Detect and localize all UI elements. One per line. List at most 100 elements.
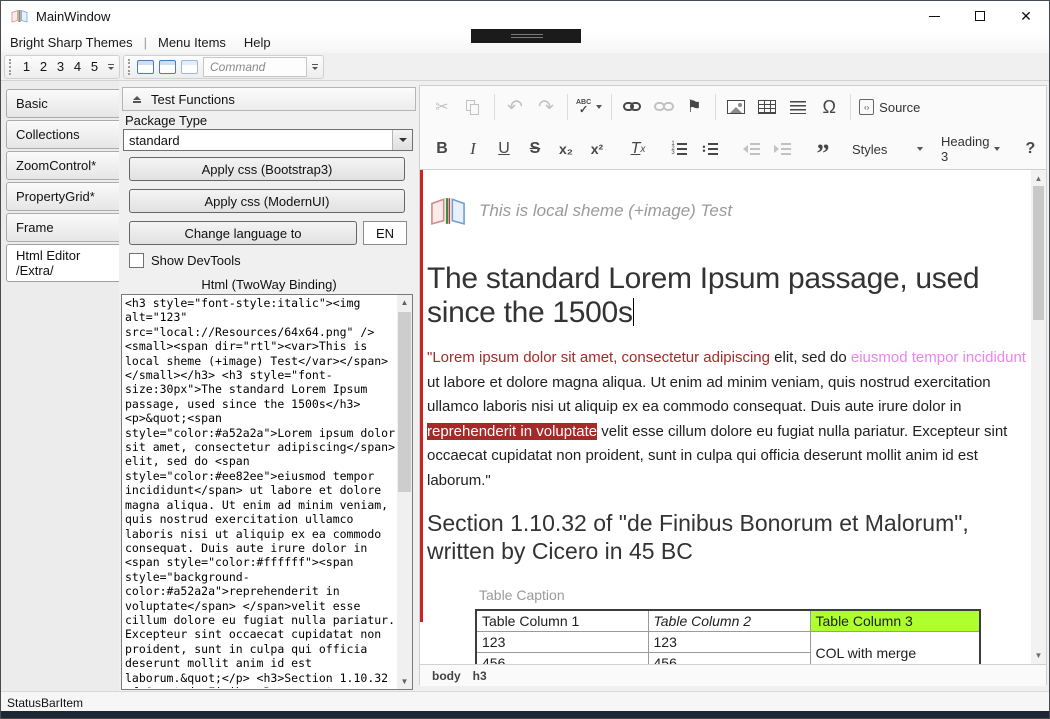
window-title: MainWindow bbox=[36, 9, 110, 24]
blockquote-icon[interactable]: ” bbox=[811, 136, 835, 162]
remove-format-icon[interactable]: Tx bbox=[626, 136, 650, 162]
special-character-icon[interactable]: Ω bbox=[817, 94, 841, 120]
maximize-button[interactable] bbox=[957, 1, 1003, 31]
window-layout-icon-1[interactable] bbox=[137, 60, 154, 74]
floating-grip[interactable] bbox=[471, 29, 581, 43]
toolbar-button-1[interactable]: 1 bbox=[18, 57, 35, 77]
undo-icon[interactable]: ↶ bbox=[503, 94, 527, 120]
minimize-icon bbox=[929, 16, 940, 17]
table-header-2: Table Column 2 bbox=[648, 610, 810, 632]
unlink-icon[interactable] bbox=[651, 94, 675, 120]
combobox-dropdown-button[interactable] bbox=[392, 130, 412, 150]
show-devtools-label: Show DevTools bbox=[151, 253, 241, 268]
demo-table: Table Column 1 Table Column 2 Table Colu… bbox=[475, 609, 981, 664]
horizontal-rule-icon[interactable] bbox=[786, 94, 810, 120]
scroll-down-icon[interactable]: ▼ bbox=[397, 674, 412, 689]
window-layout-icon-3[interactable] bbox=[181, 60, 198, 74]
spellcheck-button[interactable]: ABC✓ bbox=[576, 94, 602, 120]
menu-menu-items[interactable]: Menu Items bbox=[149, 33, 235, 52]
language-field[interactable]: EN bbox=[363, 221, 407, 245]
package-type-combobox[interactable]: standard bbox=[123, 129, 413, 151]
minimize-button[interactable] bbox=[911, 1, 957, 31]
link-icon[interactable] bbox=[620, 94, 644, 120]
section-heading: Section 1.10.32 of "de Finibus Bonorum e… bbox=[427, 509, 1030, 565]
text-caret bbox=[633, 298, 635, 326]
toolbar-grip-icon[interactable] bbox=[9, 59, 14, 75]
image-icon[interactable] bbox=[724, 94, 748, 120]
chevron-down-icon bbox=[596, 105, 602, 109]
cut-icon[interactable]: ✂ bbox=[430, 94, 454, 120]
chevron-down-icon bbox=[917, 147, 923, 151]
sidebar-tab-html-editor[interactable]: Html Editor /Extra/ bbox=[6, 244, 119, 282]
scrollbar-thumb[interactable] bbox=[398, 312, 411, 492]
chevron-down-icon bbox=[994, 147, 1000, 151]
outdent-icon[interactable] bbox=[739, 136, 763, 162]
numbered-list-icon[interactable]: 123 bbox=[667, 136, 691, 162]
change-language-button[interactable]: Change language to bbox=[129, 221, 357, 245]
toolbar-overflow-icon[interactable] bbox=[309, 57, 321, 77]
table-caption: Table Caption bbox=[479, 587, 1030, 603]
scroll-up-icon[interactable]: ▲ bbox=[1031, 172, 1046, 185]
menu-help[interactable]: Help bbox=[235, 33, 280, 52]
subscript-icon[interactable]: x₂ bbox=[554, 136, 578, 162]
toolbar-button-3[interactable]: 3 bbox=[52, 57, 69, 77]
toolbar-button-2[interactable]: 2 bbox=[35, 57, 52, 77]
copy-icon[interactable] bbox=[461, 94, 485, 120]
sidebar-tab-collections[interactable]: Collections bbox=[6, 120, 119, 149]
toolbar-overflow-icon[interactable] bbox=[105, 57, 117, 77]
underline-icon[interactable]: U bbox=[492, 136, 516, 162]
bulleted-list-icon[interactable]: •• bbox=[698, 136, 722, 162]
table-row: 123 123 COL with merge bbox=[476, 632, 980, 653]
chevron-down-icon bbox=[399, 138, 407, 142]
lorem-paragraph: "Lorem ipsum dolor sit amet, consectetur… bbox=[427, 346, 1030, 493]
html-editor: ✂ ↶ ↷ ABC✓ bbox=[419, 85, 1047, 685]
main-area: Basic Collections ZoomControl* PropertyG… bbox=[1, 81, 1049, 691]
scroll-up-icon[interactable]: ▲ bbox=[397, 295, 412, 310]
main-window: MainWindow ✕ Bright Sharp Themes | Menu … bbox=[0, 0, 1050, 719]
anchor-flag-icon[interactable]: ⚑ bbox=[682, 94, 706, 120]
styles-label: Styles bbox=[852, 142, 912, 157]
strikethrough-icon[interactable]: S bbox=[523, 136, 547, 162]
source-button[interactable]: ‹› Source bbox=[859, 94, 920, 120]
textarea-scrollbar[interactable]: ▲ ▼ bbox=[397, 295, 412, 689]
bottom-accent-strip bbox=[1, 711, 1049, 718]
sidebar-tab-basic[interactable]: Basic bbox=[6, 89, 119, 118]
command-input[interactable] bbox=[203, 57, 307, 77]
sidebar-tab-zoomcontrol[interactable]: ZoomControl* bbox=[6, 151, 119, 180]
editor-content[interactable]: This is local sheme (+image) Test The st… bbox=[420, 170, 1046, 664]
window-layout-icon-2[interactable] bbox=[159, 60, 176, 74]
sidebar-tab-frame[interactable]: Frame bbox=[6, 213, 119, 242]
main-heading: The standard Lorem Ipsum passage, used s… bbox=[427, 262, 1030, 330]
redo-icon[interactable]: ↷ bbox=[534, 94, 558, 120]
show-devtools-row: Show DevTools bbox=[129, 253, 241, 268]
toolbar-grip-icon[interactable] bbox=[128, 59, 133, 75]
italic-icon[interactable]: I bbox=[461, 136, 485, 162]
close-button[interactable]: ✕ bbox=[1003, 1, 1049, 31]
scrollbar-thumb[interactable] bbox=[1033, 186, 1044, 320]
html-source-textarea[interactable]: <h3 style="font-style:italic"><img alt="… bbox=[125, 296, 396, 688]
show-devtools-checkbox[interactable] bbox=[129, 253, 144, 268]
table-icon[interactable] bbox=[755, 94, 779, 120]
editor-scrollbar[interactable]: ▲ ▼ bbox=[1031, 170, 1046, 664]
toolbar-button-4[interactable]: 4 bbox=[69, 57, 86, 77]
app-icon bbox=[11, 9, 28, 23]
indent-icon[interactable] bbox=[770, 136, 794, 162]
toolbar-tray: 1 2 3 4 5 bbox=[1, 53, 1049, 81]
path-item-body[interactable]: body bbox=[432, 669, 461, 683]
about-button[interactable]: ? bbox=[1018, 136, 1042, 162]
apply-css-bootstrap3-button[interactable]: Apply css (Bootstrap3) bbox=[129, 157, 405, 181]
path-item-h3[interactable]: h3 bbox=[473, 669, 487, 683]
apply-css-modernui-button[interactable]: Apply css (ModernUI) bbox=[129, 189, 405, 213]
superscript-icon[interactable]: x² bbox=[585, 136, 609, 162]
bold-icon[interactable]: B bbox=[430, 136, 454, 162]
package-type-label: Package Type bbox=[125, 113, 207, 128]
toolbar-button-5[interactable]: 5 bbox=[86, 57, 103, 77]
editor-toolbar-row-2: B I U S x₂ x² Tx 123 •• bbox=[420, 128, 1046, 170]
test-functions-header[interactable]: Test Functions bbox=[122, 87, 416, 111]
format-dropdown[interactable]: Heading 3 bbox=[941, 134, 1000, 164]
styles-dropdown[interactable]: Styles bbox=[852, 142, 923, 157]
scroll-down-icon[interactable]: ▼ bbox=[1031, 649, 1046, 662]
element-path-bar: body h3 bbox=[420, 664, 1046, 686]
menu-bright-sharp-themes[interactable]: Bright Sharp Themes bbox=[1, 33, 142, 52]
sidebar-tab-propertygrid[interactable]: PropertyGrid* bbox=[6, 182, 119, 211]
